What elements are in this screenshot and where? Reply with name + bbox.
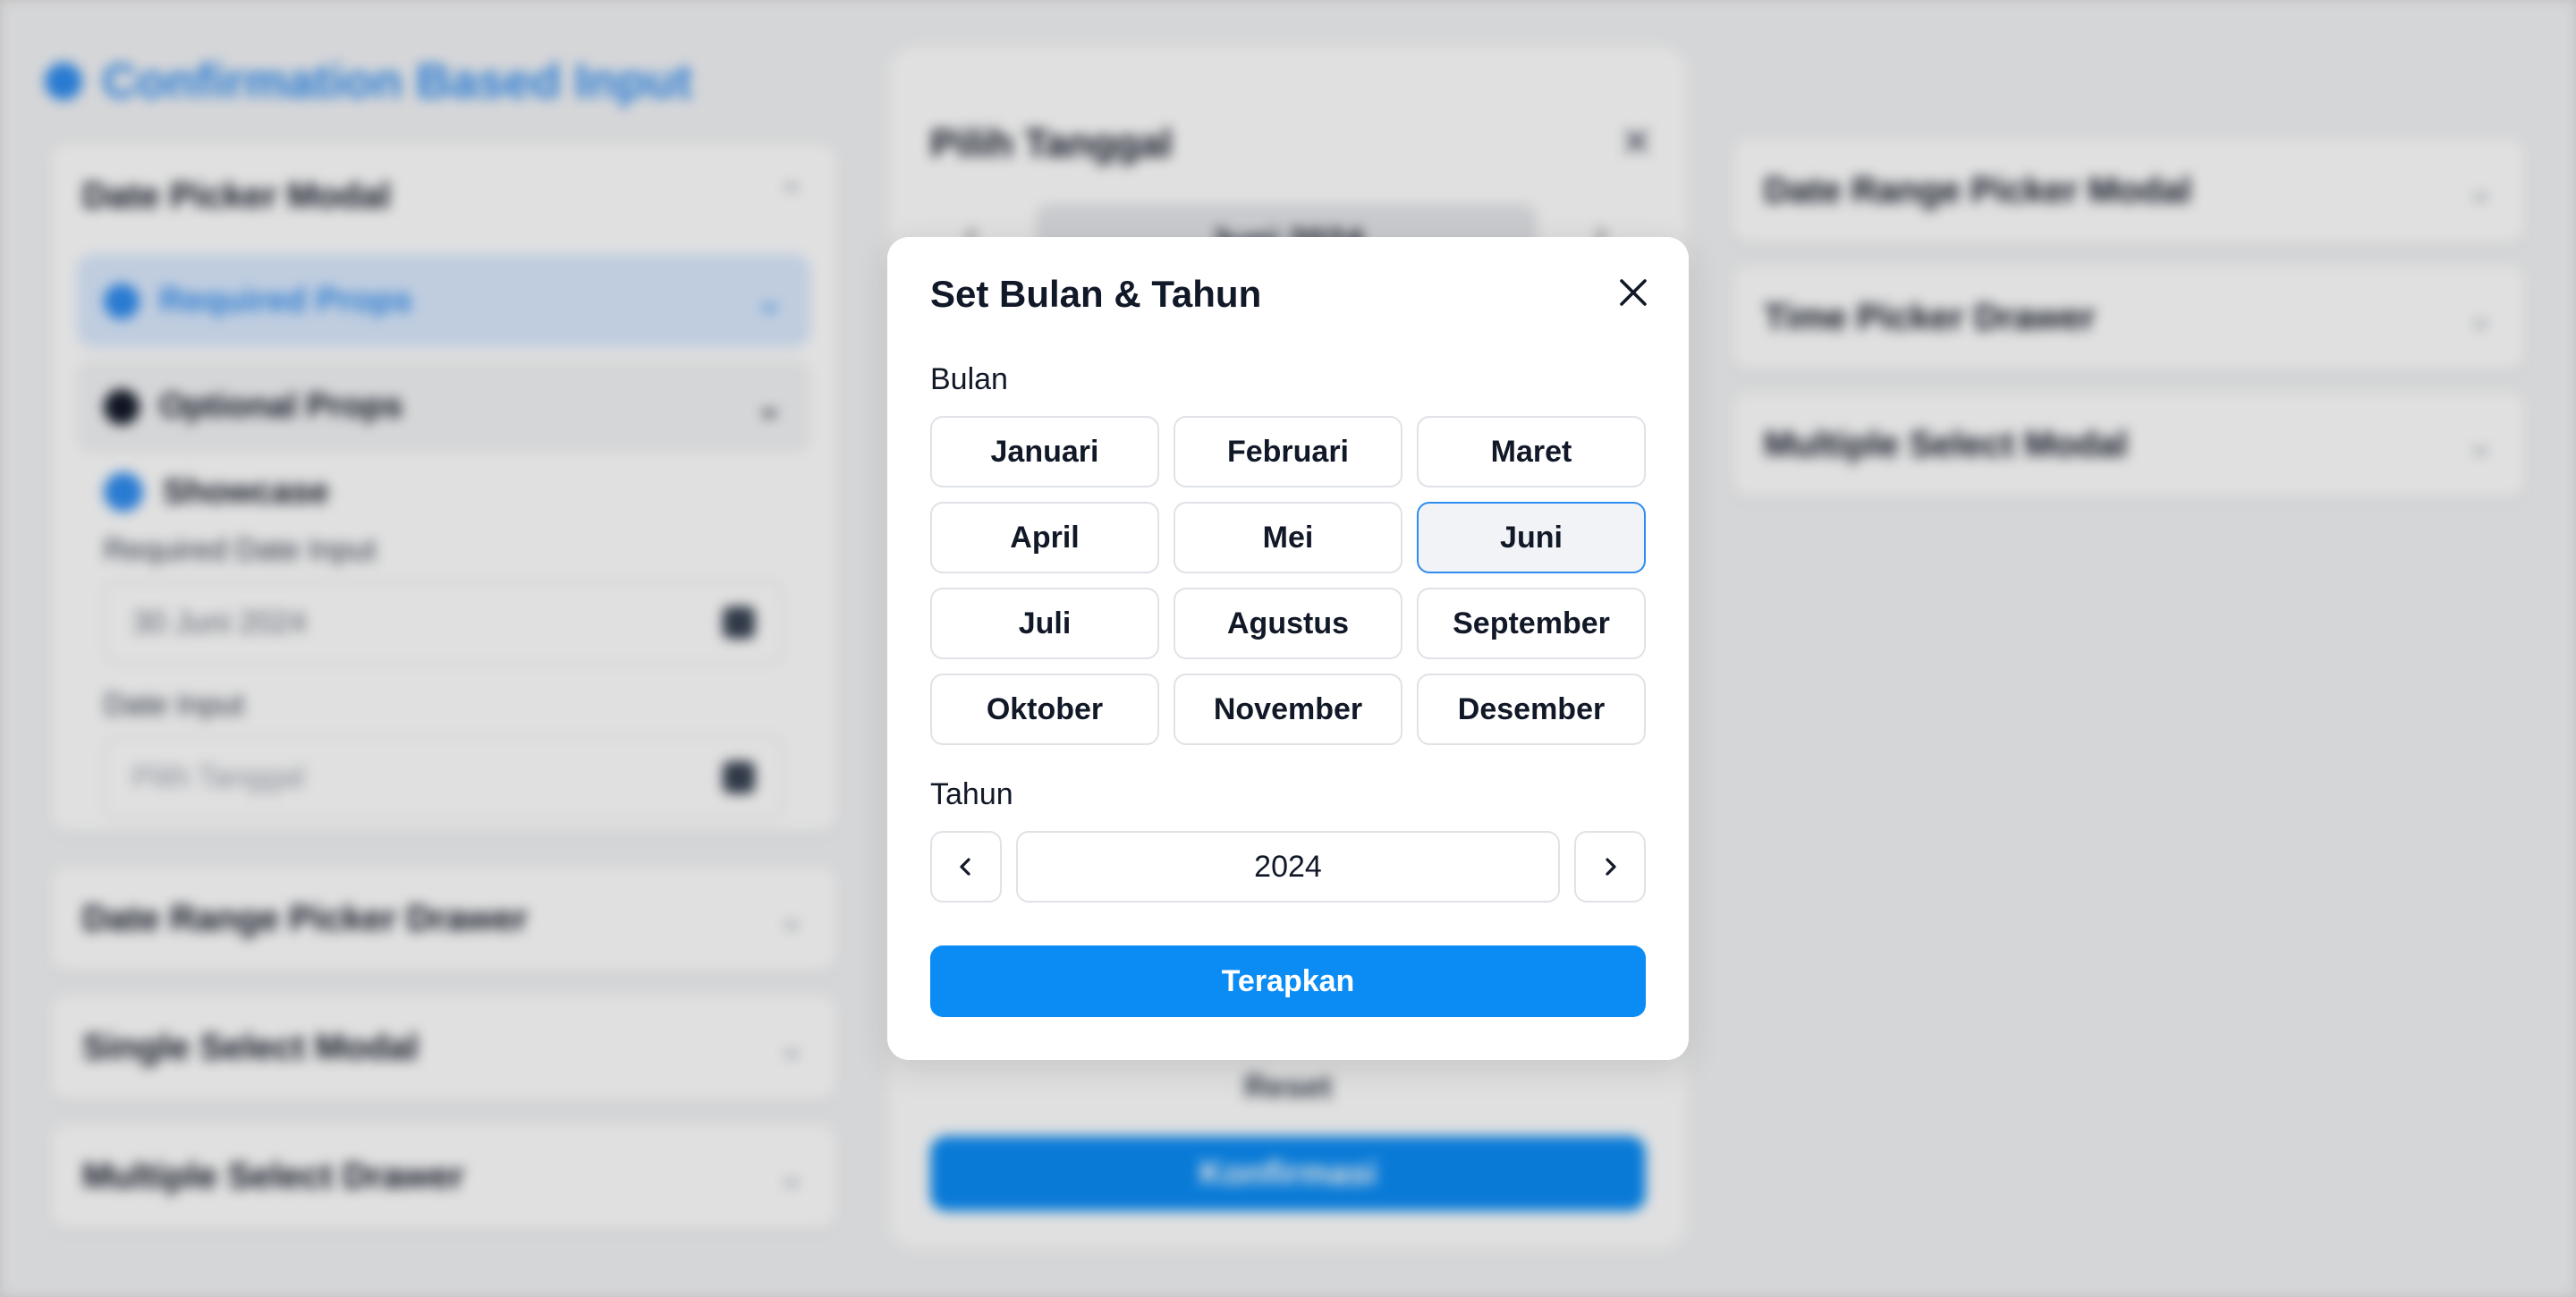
chevron-left-icon <box>960 858 970 876</box>
month-grid: Januari Februari Maret April Mei Juni Ju… <box>930 416 1646 745</box>
month-button-selected[interactable]: Juni <box>1417 502 1646 573</box>
month-section-label: Bulan <box>930 362 1008 396</box>
next-year-button[interactable] <box>1574 831 1646 903</box>
close-icon <box>1620 279 1647 306</box>
chevron-right-icon <box>1606 858 1616 876</box>
close-button[interactable] <box>1612 271 1655 314</box>
year-value: 2024 <box>1016 831 1560 903</box>
month-button[interactable]: Oktober <box>930 674 1159 745</box>
month-button[interactable]: April <box>930 502 1159 573</box>
year-section-label: Tahun <box>930 777 1013 811</box>
month-button[interactable]: Juli <box>930 588 1159 659</box>
month-button[interactable]: Maret <box>1417 416 1646 487</box>
prev-year-button[interactable] <box>930 831 1002 903</box>
month-button[interactable]: Februari <box>1174 416 1402 487</box>
month-button[interactable]: Agustus <box>1174 588 1402 659</box>
month-year-modal: Set Bulan & Tahun Bulan Januari Februari… <box>887 237 1689 1060</box>
apply-button[interactable]: Terapkan <box>930 945 1646 1017</box>
year-selector: 2024 <box>930 831 1646 903</box>
month-button[interactable]: November <box>1174 674 1402 745</box>
month-button[interactable]: Desember <box>1417 674 1646 745</box>
modal-title: Set Bulan & Tahun <box>930 273 1262 315</box>
month-button[interactable]: Januari <box>930 416 1159 487</box>
month-button[interactable]: Mei <box>1174 502 1402 573</box>
month-button[interactable]: September <box>1417 588 1646 659</box>
